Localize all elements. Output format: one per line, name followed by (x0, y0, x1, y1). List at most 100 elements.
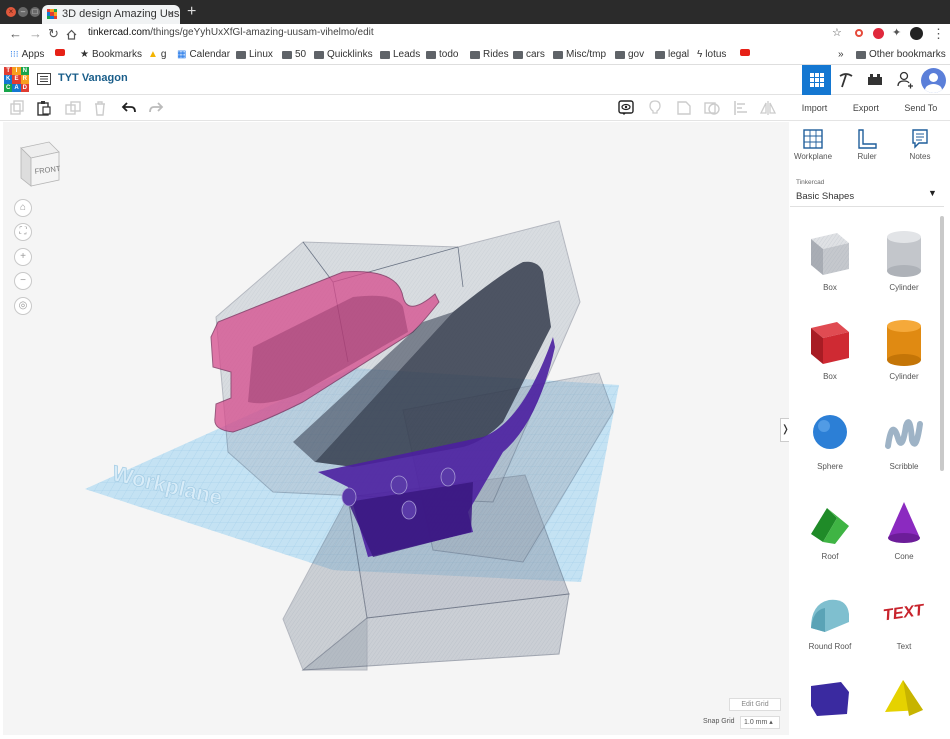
duplicate-icon[interactable] (65, 100, 81, 116)
shape-roof[interactable]: Roof (795, 498, 865, 561)
browser-tab[interactable]: 3D design Amazing Uusam × (42, 5, 180, 24)
bookmark-bookmarks[interactable]: ★ Bookmarks (80, 49, 142, 60)
bookmark-50[interactable]: 50 (282, 49, 306, 60)
design-list-icon[interactable] (37, 73, 51, 85)
perspective-button[interactable]: ◎ (14, 297, 32, 315)
bricks-view-button[interactable] (860, 65, 889, 95)
folder-icon (470, 50, 480, 59)
caret-up-icon: ▴ (769, 719, 773, 726)
bookmark-star-icon[interactable]: ☆ (832, 26, 842, 39)
more-bookmarks-button[interactable]: » (838, 49, 844, 60)
minimize-window-icon[interactable]: – (18, 7, 28, 17)
snap-grid-label: Snap Grid (703, 718, 735, 725)
align-icon[interactable] (733, 100, 749, 116)
bookmark-youtube[interactable] (55, 49, 65, 56)
tab-close-icon[interactable]: × (168, 8, 174, 20)
bookmark-linux[interactable]: Linux (236, 49, 273, 60)
blocks-view-button[interactable] (831, 65, 860, 95)
extensions-puzzle-icon[interactable]: ✦ (892, 26, 901, 39)
3d-view-button[interactable] (802, 65, 831, 95)
fit-view-button[interactable]: ⛶ (14, 223, 32, 241)
url-field[interactable]: tinkercad.com/things/geYyhUxXfGl-amazing… (88, 27, 374, 38)
bookmark-cars[interactable]: cars (513, 49, 545, 60)
scribble-icon (885, 419, 923, 449)
bookmark-youtube-2[interactable] (740, 49, 750, 56)
shape-sphere[interactable]: Sphere (795, 408, 865, 471)
close-window-icon[interactable]: × (6, 7, 16, 17)
grid-view-icon (809, 73, 824, 87)
scene[interactable]: Workplane (3, 122, 789, 735)
3d-viewport[interactable]: Workplane FRONT ⌂ ⛶ + − ◎ (3, 122, 789, 735)
mirror-icon[interactable] (760, 100, 776, 116)
copy-icon[interactable] (9, 100, 25, 116)
bookmark-apps[interactable]: ⁝⁝⁝ Apps (10, 49, 44, 60)
shape-box-hole[interactable]: Box (795, 229, 865, 292)
bookmark-gov[interactable]: gov (615, 49, 644, 60)
peg-2 (390, 475, 408, 495)
design-title[interactable]: TYT Vanagon (58, 72, 128, 84)
drive-icon: ▲ (148, 49, 158, 60)
show-all-icon[interactable] (618, 100, 634, 116)
add-user-icon (896, 71, 913, 89)
folder-icon (314, 50, 324, 59)
ruler-button[interactable]: Ruler (847, 129, 887, 161)
shape-text[interactable]: TEXT Text (869, 588, 939, 651)
notes-button[interactable]: Notes (900, 129, 940, 161)
ungroup-icon[interactable] (704, 100, 720, 116)
bookmark-g[interactable]: ▲ g (148, 49, 166, 60)
send-to-button[interactable]: Send To (900, 100, 941, 116)
lightbulb-icon[interactable] (647, 100, 663, 116)
zoom-out-button[interactable]: − (14, 272, 32, 290)
shape-polygon[interactable] (795, 678, 865, 722)
shape-cylinder-hole[interactable]: Cylinder (869, 229, 939, 292)
export-button[interactable]: Export (849, 100, 883, 116)
redo-icon[interactable] (148, 100, 164, 116)
view-cube[interactable]: FRONT (15, 140, 63, 190)
shape-library-select[interactable]: Tinkercad Basic Shapes ▼ (790, 173, 944, 207)
bookmark-quicklinks[interactable]: Quicklinks (314, 49, 373, 60)
folder-icon (553, 50, 563, 59)
tinkercad-logo[interactable]: T I N K E R C A D (4, 67, 29, 92)
back-icon[interactable]: ← (9, 26, 22, 41)
browser-menu-icon[interactable]: ⋮ (932, 26, 945, 42)
bookmark-lotus[interactable]: ϟ lotus (697, 49, 726, 60)
home-view-button[interactable]: ⌂ (14, 199, 32, 217)
extension-icon-2[interactable] (873, 28, 884, 39)
home-icon[interactable] (66, 29, 77, 40)
extension-icon-1[interactable] (855, 29, 863, 37)
shape-scribble[interactable]: Scribble (869, 408, 939, 471)
reload-icon[interactable]: ↻ (48, 26, 59, 42)
shape-cylinder[interactable]: Cylinder (869, 318, 939, 381)
bookmark-calendar[interactable]: ▦ Calendar (177, 49, 230, 60)
bookmark-todo[interactable]: todo (426, 49, 458, 60)
undo-icon[interactable] (121, 100, 137, 116)
edit-grid-button[interactable]: Edit Grid (729, 698, 781, 711)
shape-cone[interactable]: Cone (869, 498, 939, 561)
bookmark-leads[interactable]: Leads (380, 49, 420, 60)
bookmark-legal[interactable]: legal (655, 49, 689, 60)
shape-box[interactable]: Box (795, 318, 865, 381)
shapes-scrollbar[interactable] (940, 216, 944, 471)
snap-grid-value: 1.0 mm (744, 719, 768, 726)
calendar-icon: ▦ (177, 49, 187, 60)
forward-icon[interactable]: → (29, 26, 42, 41)
shape-round-roof[interactable]: Round Roof (795, 588, 865, 651)
zoom-in-button[interactable]: + (14, 248, 32, 266)
brick-icon (867, 74, 882, 85)
snap-grid-select[interactable]: 1.0 mm ▴ (740, 716, 780, 729)
bookmark-rides[interactable]: Rides (470, 49, 509, 60)
paste-icon[interactable] (36, 100, 52, 116)
user-avatar[interactable] (919, 65, 948, 95)
shape-pyramid[interactable] (869, 678, 939, 722)
bookmark-other[interactable]: Other bookmarks (856, 49, 946, 60)
add-user-button[interactable] (890, 65, 919, 95)
profile-avatar-icon[interactable] (910, 27, 923, 40)
new-tab-button[interactable]: + (187, 3, 196, 21)
workplane-button[interactable]: Workplane (793, 129, 833, 161)
svg-text:TEXT: TEXT (882, 602, 926, 625)
trash-icon[interactable] (92, 100, 108, 116)
maximize-window-icon[interactable]: □ (30, 7, 40, 17)
bookmark-misc-tmp[interactable]: Misc/tmp (553, 49, 606, 60)
import-button[interactable]: Import (798, 100, 832, 116)
group-icon[interactable] (676, 100, 692, 116)
